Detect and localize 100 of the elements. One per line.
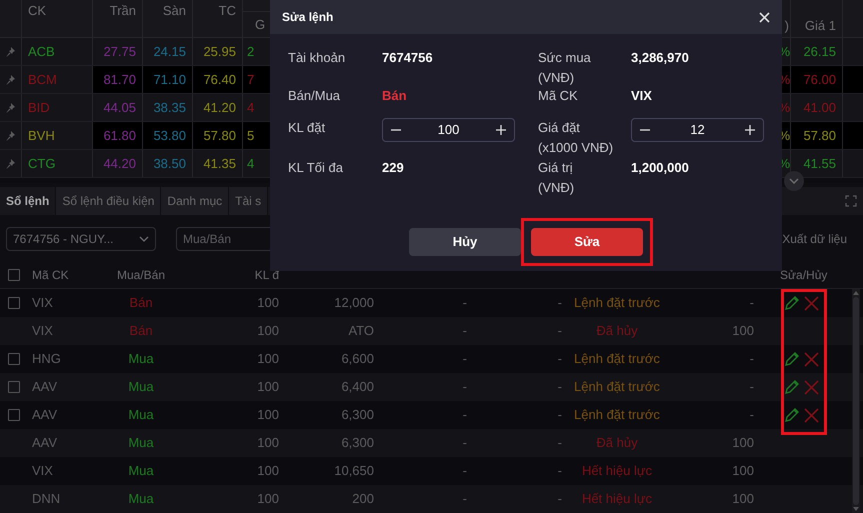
field-label: Tài khoản xyxy=(288,49,346,67)
export-button[interactable]: Xuất dữ liệu xyxy=(782,230,847,248)
field-label: Giá đặt (x1000 VNĐ) xyxy=(538,119,614,157)
pencil-icon[interactable] xyxy=(784,295,800,311)
price-cell-text: 57.80 xyxy=(803,126,836,145)
order-status: Lệnh đặt trước xyxy=(574,378,660,396)
quantity-stepper[interactable]: 12 xyxy=(631,118,764,142)
plus-icon[interactable] xyxy=(745,125,755,135)
field-label: Sức mua (VNĐ) xyxy=(538,49,592,87)
table-row[interactable]: VIX Bán 100 ATO - - Đã hủy 100 xyxy=(0,317,863,345)
stock-symbol: AAV xyxy=(32,378,58,396)
order-side: Mua xyxy=(128,378,154,396)
pencil-icon[interactable] xyxy=(784,407,800,423)
price-cell-text: 24.15 xyxy=(153,42,186,61)
stock-symbol: HNG xyxy=(32,350,61,368)
table-cell-text: - xyxy=(462,462,467,480)
table-cell-text: - xyxy=(750,406,754,424)
scroll-down-icon[interactable] xyxy=(853,507,859,511)
table-cell-text: - xyxy=(462,434,467,452)
column-header: Mua/Bán xyxy=(116,267,166,284)
price-cell-text: 6,300 xyxy=(341,406,374,424)
order-status: Hết hiệu lực xyxy=(582,490,652,508)
order-side: Bán xyxy=(129,294,153,312)
column-header: Mã CK xyxy=(32,267,69,284)
price-cell: 4 xyxy=(247,156,254,171)
quantity-stepper[interactable]: 100 xyxy=(382,118,515,142)
price-cell-text: 25.95 xyxy=(203,42,236,61)
field-label: KL Tối đa xyxy=(288,159,344,177)
row-checkbox[interactable] xyxy=(8,409,20,421)
stock-symbol: VIX xyxy=(32,462,53,480)
order-side: Mua xyxy=(128,434,154,452)
table-cell-text: - xyxy=(462,490,467,508)
pin-icon[interactable] xyxy=(6,74,16,84)
price-cell: 2 xyxy=(247,44,254,59)
quantity-cell-text: 100 xyxy=(257,490,279,508)
price-cell-text: 27.75 xyxy=(103,42,136,61)
stock-symbol: AAV xyxy=(32,406,58,424)
expand-icon[interactable] xyxy=(845,195,857,207)
account-select[interactable]: 7674756 - NGUY... xyxy=(6,226,156,250)
table-row[interactable]: DNN Mua 100 200 - - Hết hiệu lực 100 xyxy=(0,485,863,513)
stock-symbol: VIX xyxy=(32,322,53,340)
tab[interactable]: Danh mục xyxy=(161,187,230,215)
pencil-icon[interactable] xyxy=(784,351,800,367)
pin-icon[interactable] xyxy=(6,158,16,168)
field-label: KL đặt xyxy=(288,119,326,137)
table-cell-text: - xyxy=(558,294,562,312)
field-label: Giá trị (VNĐ) xyxy=(538,159,576,197)
column-header: Sàn xyxy=(162,3,186,18)
price-cell-text: 41.20 xyxy=(203,98,236,117)
select-all-checkbox[interactable] xyxy=(8,269,20,281)
price-cell-text: 41.00 xyxy=(803,98,836,117)
price-cell-text: 76.40 xyxy=(203,70,236,89)
column-header: Giá 1 xyxy=(804,18,836,33)
pin-icon[interactable] xyxy=(6,46,16,56)
price-cell-text: 81.70 xyxy=(103,70,136,89)
scrollbar-thumb[interactable] xyxy=(853,297,859,505)
row-checkbox[interactable] xyxy=(8,381,20,393)
order-status: Hết hiệu lực xyxy=(582,462,652,480)
stock-symbol: VIX xyxy=(32,294,53,312)
table-cell-text: - xyxy=(750,350,754,368)
field-label: Bán/Mua xyxy=(288,87,342,105)
row-checkbox[interactable] xyxy=(8,353,20,365)
cancel-button[interactable]: Hủy xyxy=(409,228,521,256)
stock-symbol[interactable]: ACB xyxy=(28,42,55,62)
stock-symbol[interactable]: BID xyxy=(28,98,50,118)
field-value: Bán xyxy=(382,87,407,106)
quantity-cell-text: 100 xyxy=(257,294,279,312)
quantity-cell-text: 100 xyxy=(257,322,279,340)
plus-icon[interactable] xyxy=(496,125,506,135)
table-cell-text: - xyxy=(558,462,562,480)
price-cell-text: 71.10 xyxy=(153,70,186,89)
pin-icon[interactable] xyxy=(6,130,16,140)
price-cell-text: 44.05 xyxy=(103,98,136,117)
pencil-icon[interactable] xyxy=(784,379,800,395)
table-row[interactable]: AAV Mua 100 6,400 - - Lệnh đặt trước - xyxy=(0,373,863,401)
stock-symbol[interactable]: CTG xyxy=(28,154,56,174)
table-cell-text: - xyxy=(558,434,562,452)
column-header: KL đ xyxy=(254,267,279,284)
column-header: TC xyxy=(218,3,236,18)
price-cell-text: 53.80 xyxy=(153,126,186,145)
table-cell-text: 100 xyxy=(732,462,754,480)
row-checkbox[interactable] xyxy=(8,297,20,309)
table-cell-text: - xyxy=(462,294,467,312)
price-cell-text: 41.55 xyxy=(803,154,836,173)
tab[interactable]: Tài s xyxy=(229,187,268,215)
order-status: Đã hủy xyxy=(596,322,638,340)
column-header: Trần xyxy=(110,3,136,18)
tab[interactable]: Sổ lệnh điều kiện xyxy=(56,187,162,215)
table-row[interactable]: AAV Mua 100 6,300 - - Đã hủy 100 xyxy=(0,429,863,457)
price-cell-text: 10,650 xyxy=(334,462,374,480)
scrollbar[interactable] xyxy=(852,289,860,513)
table-cell-text: - xyxy=(462,406,467,424)
table-cell-text: - xyxy=(558,378,562,396)
pin-icon[interactable] xyxy=(6,102,16,112)
table-cell-text: - xyxy=(750,378,754,396)
dialog-title: Sửa lệnh xyxy=(282,9,334,26)
field-value: VIX xyxy=(631,87,652,106)
chevron-down-icon xyxy=(789,178,799,184)
table-cell-text: - xyxy=(558,406,562,424)
save-button[interactable]: Sửa xyxy=(531,228,643,256)
